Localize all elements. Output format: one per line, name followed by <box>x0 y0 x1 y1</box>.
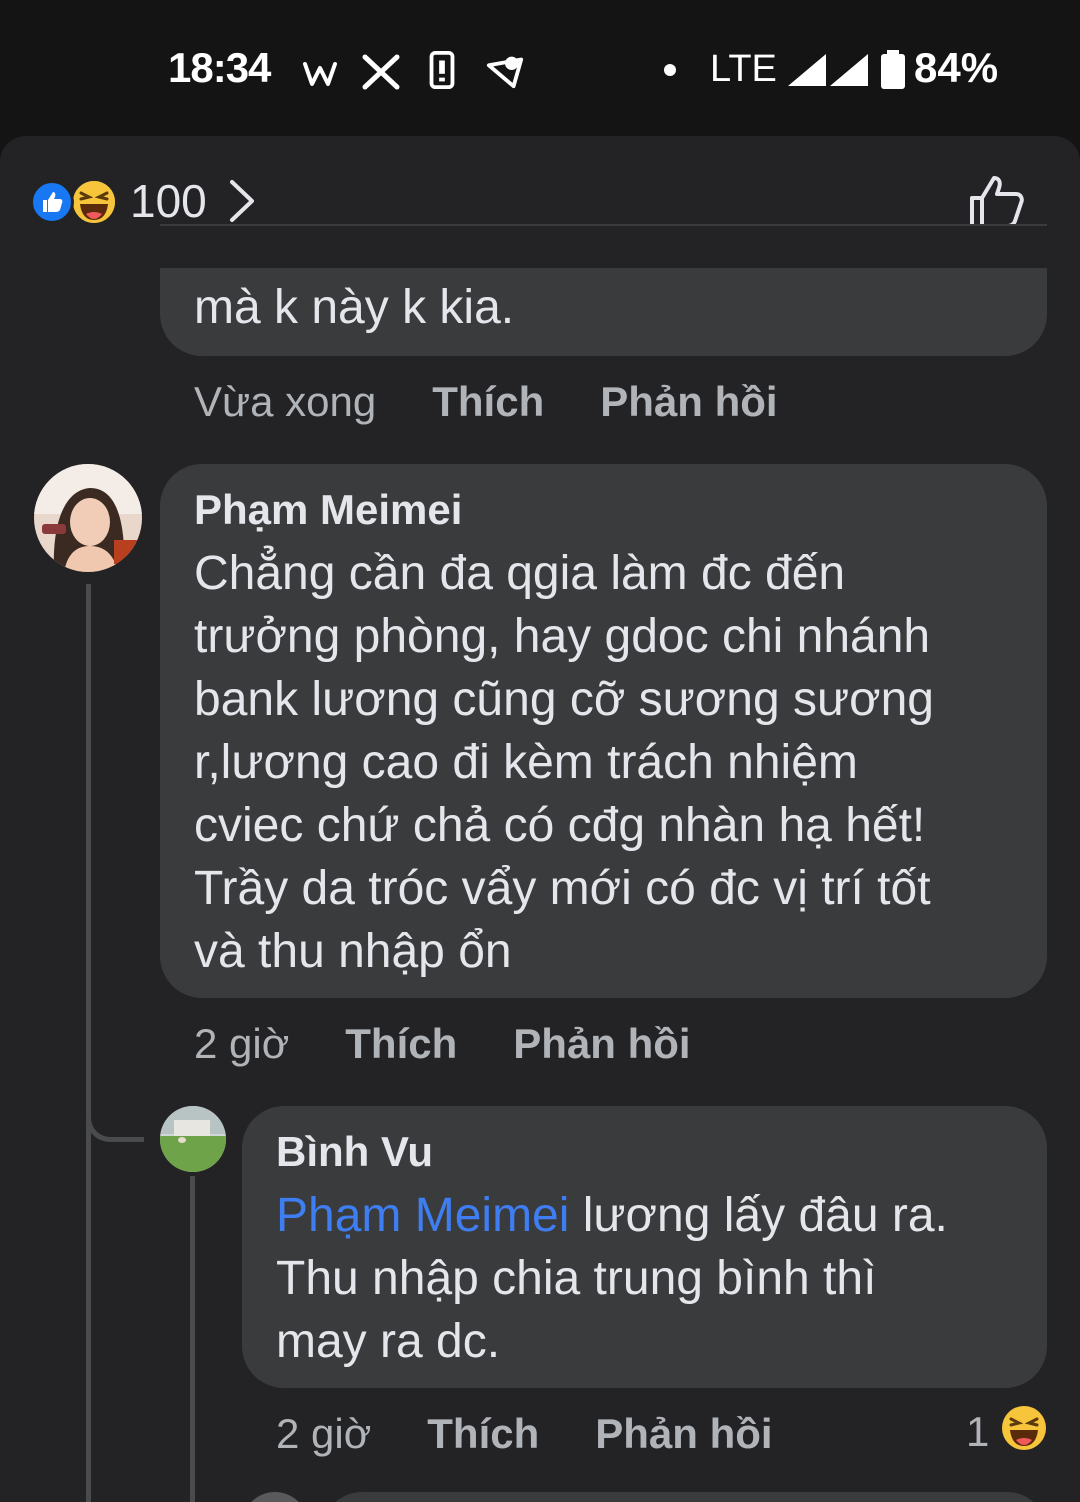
comment-text: Chẳng cần đa qgia làm đc đến trưởng phòn… <box>194 542 934 983</box>
like-reaction-icon <box>30 180 74 224</box>
reply-button[interactable]: Phản hồi <box>600 378 777 426</box>
notification-dot <box>664 64 676 76</box>
comment-bubble[interactable] <box>322 1492 1047 1502</box>
comment-text-fragment: lương lấy đâu ra. <box>569 1189 948 1242</box>
comment-text-line: Phạm Meimei lương lấy đâu ra. <box>276 1184 948 1247</box>
reaction-count[interactable]: 100 <box>130 174 207 228</box>
like-button[interactable]: Thích <box>345 1020 457 1068</box>
haha-reaction-icon <box>70 178 118 226</box>
reply-button[interactable]: Phản hồi <box>513 1020 690 1068</box>
thread-line <box>86 584 91 1502</box>
comment-text-line: bank lương cũng cỡ sương sương <box>194 673 934 726</box>
comment-text-line: trưởng phòng, hay gdoc chi nhánh <box>194 610 931 663</box>
haha-reaction-icon <box>1002 1406 1046 1450</box>
comments-sheet: 100 mà k này k kia. Vừa xong Thích Phản … <box>0 136 1080 1502</box>
signal-icon <box>830 54 868 86</box>
like-button-icon[interactable] <box>966 172 1028 232</box>
reply-button[interactable]: Phản hồi <box>595 1410 772 1458</box>
signal-icon <box>788 54 826 86</box>
mention-link[interactable]: Phạm Meimei <box>276 1189 569 1242</box>
comment-text-line: cviec chứ chả có cđg nhàn hạ hết! <box>194 799 926 852</box>
comment-reaction-count[interactable]: 1 <box>966 1408 989 1456</box>
comment-text-line: Thu nhập chia trung bình thì <box>276 1252 877 1305</box>
w-icon <box>303 62 337 86</box>
comment-bubble[interactable]: Bình Vu Phạm Meimei lương lấy đâu ra. Th… <box>242 1106 1047 1388</box>
like-button[interactable]: Thích <box>432 378 544 426</box>
like-button[interactable]: Thích <box>427 1410 539 1458</box>
comment-actions: 2 giờ Thích Phản hồi <box>276 1410 773 1458</box>
comment-actions: 2 giờ Thích Phản hồi <box>194 1020 691 1068</box>
comment-text-line: Trầy da tróc vẩy mới có đc vị trí tốt <box>194 862 931 915</box>
comment-time: 2 giờ <box>194 1020 290 1067</box>
comment-author[interactable]: Bình Vu <box>276 1126 433 1178</box>
network-type: LTE <box>710 48 777 90</box>
battery-icon <box>881 50 905 89</box>
comment-text-line: Chẳng cần đa qgia làm đc đến <box>194 547 846 600</box>
avatar[interactable] <box>34 464 142 572</box>
status-time: 18:34 <box>168 44 271 91</box>
comment-author[interactable]: Phạm Meimei <box>194 484 462 536</box>
status-bar: 18:34 LTE 84% <box>0 0 1080 136</box>
chevron-right-icon[interactable] <box>226 178 256 224</box>
battery-percent: 84% <box>914 44 999 91</box>
comment-actions: Vừa xong Thích Phản hồi <box>194 378 778 426</box>
comment-text-line: may ra dc. <box>276 1315 501 1368</box>
x-icon <box>362 54 400 90</box>
comment-text: Phạm Meimei lương lấy đâu ra. Thu nhập c… <box>276 1184 948 1373</box>
phone-icon <box>429 50 455 90</box>
comment-time: 2 giờ <box>276 1410 372 1457</box>
avatar[interactable] <box>160 1106 226 1172</box>
comment-text-line: r,lương cao đi kèm trách nhiệm <box>194 736 858 789</box>
comment-time: Vừa xong <box>194 378 377 425</box>
comment-bubble[interactable]: Phạm Meimei Chẳng cần đa qgia làm đc đến… <box>160 464 1047 998</box>
header-divider <box>0 226 1080 268</box>
thread-branch <box>86 1096 144 1142</box>
comment-text-line: và thu nhập ổn <box>194 925 512 978</box>
thread-line <box>190 1176 195 1502</box>
avatar[interactable] <box>242 1492 308 1502</box>
comment-text: mà k này k kia. <box>194 281 515 334</box>
android-icon <box>486 56 524 89</box>
